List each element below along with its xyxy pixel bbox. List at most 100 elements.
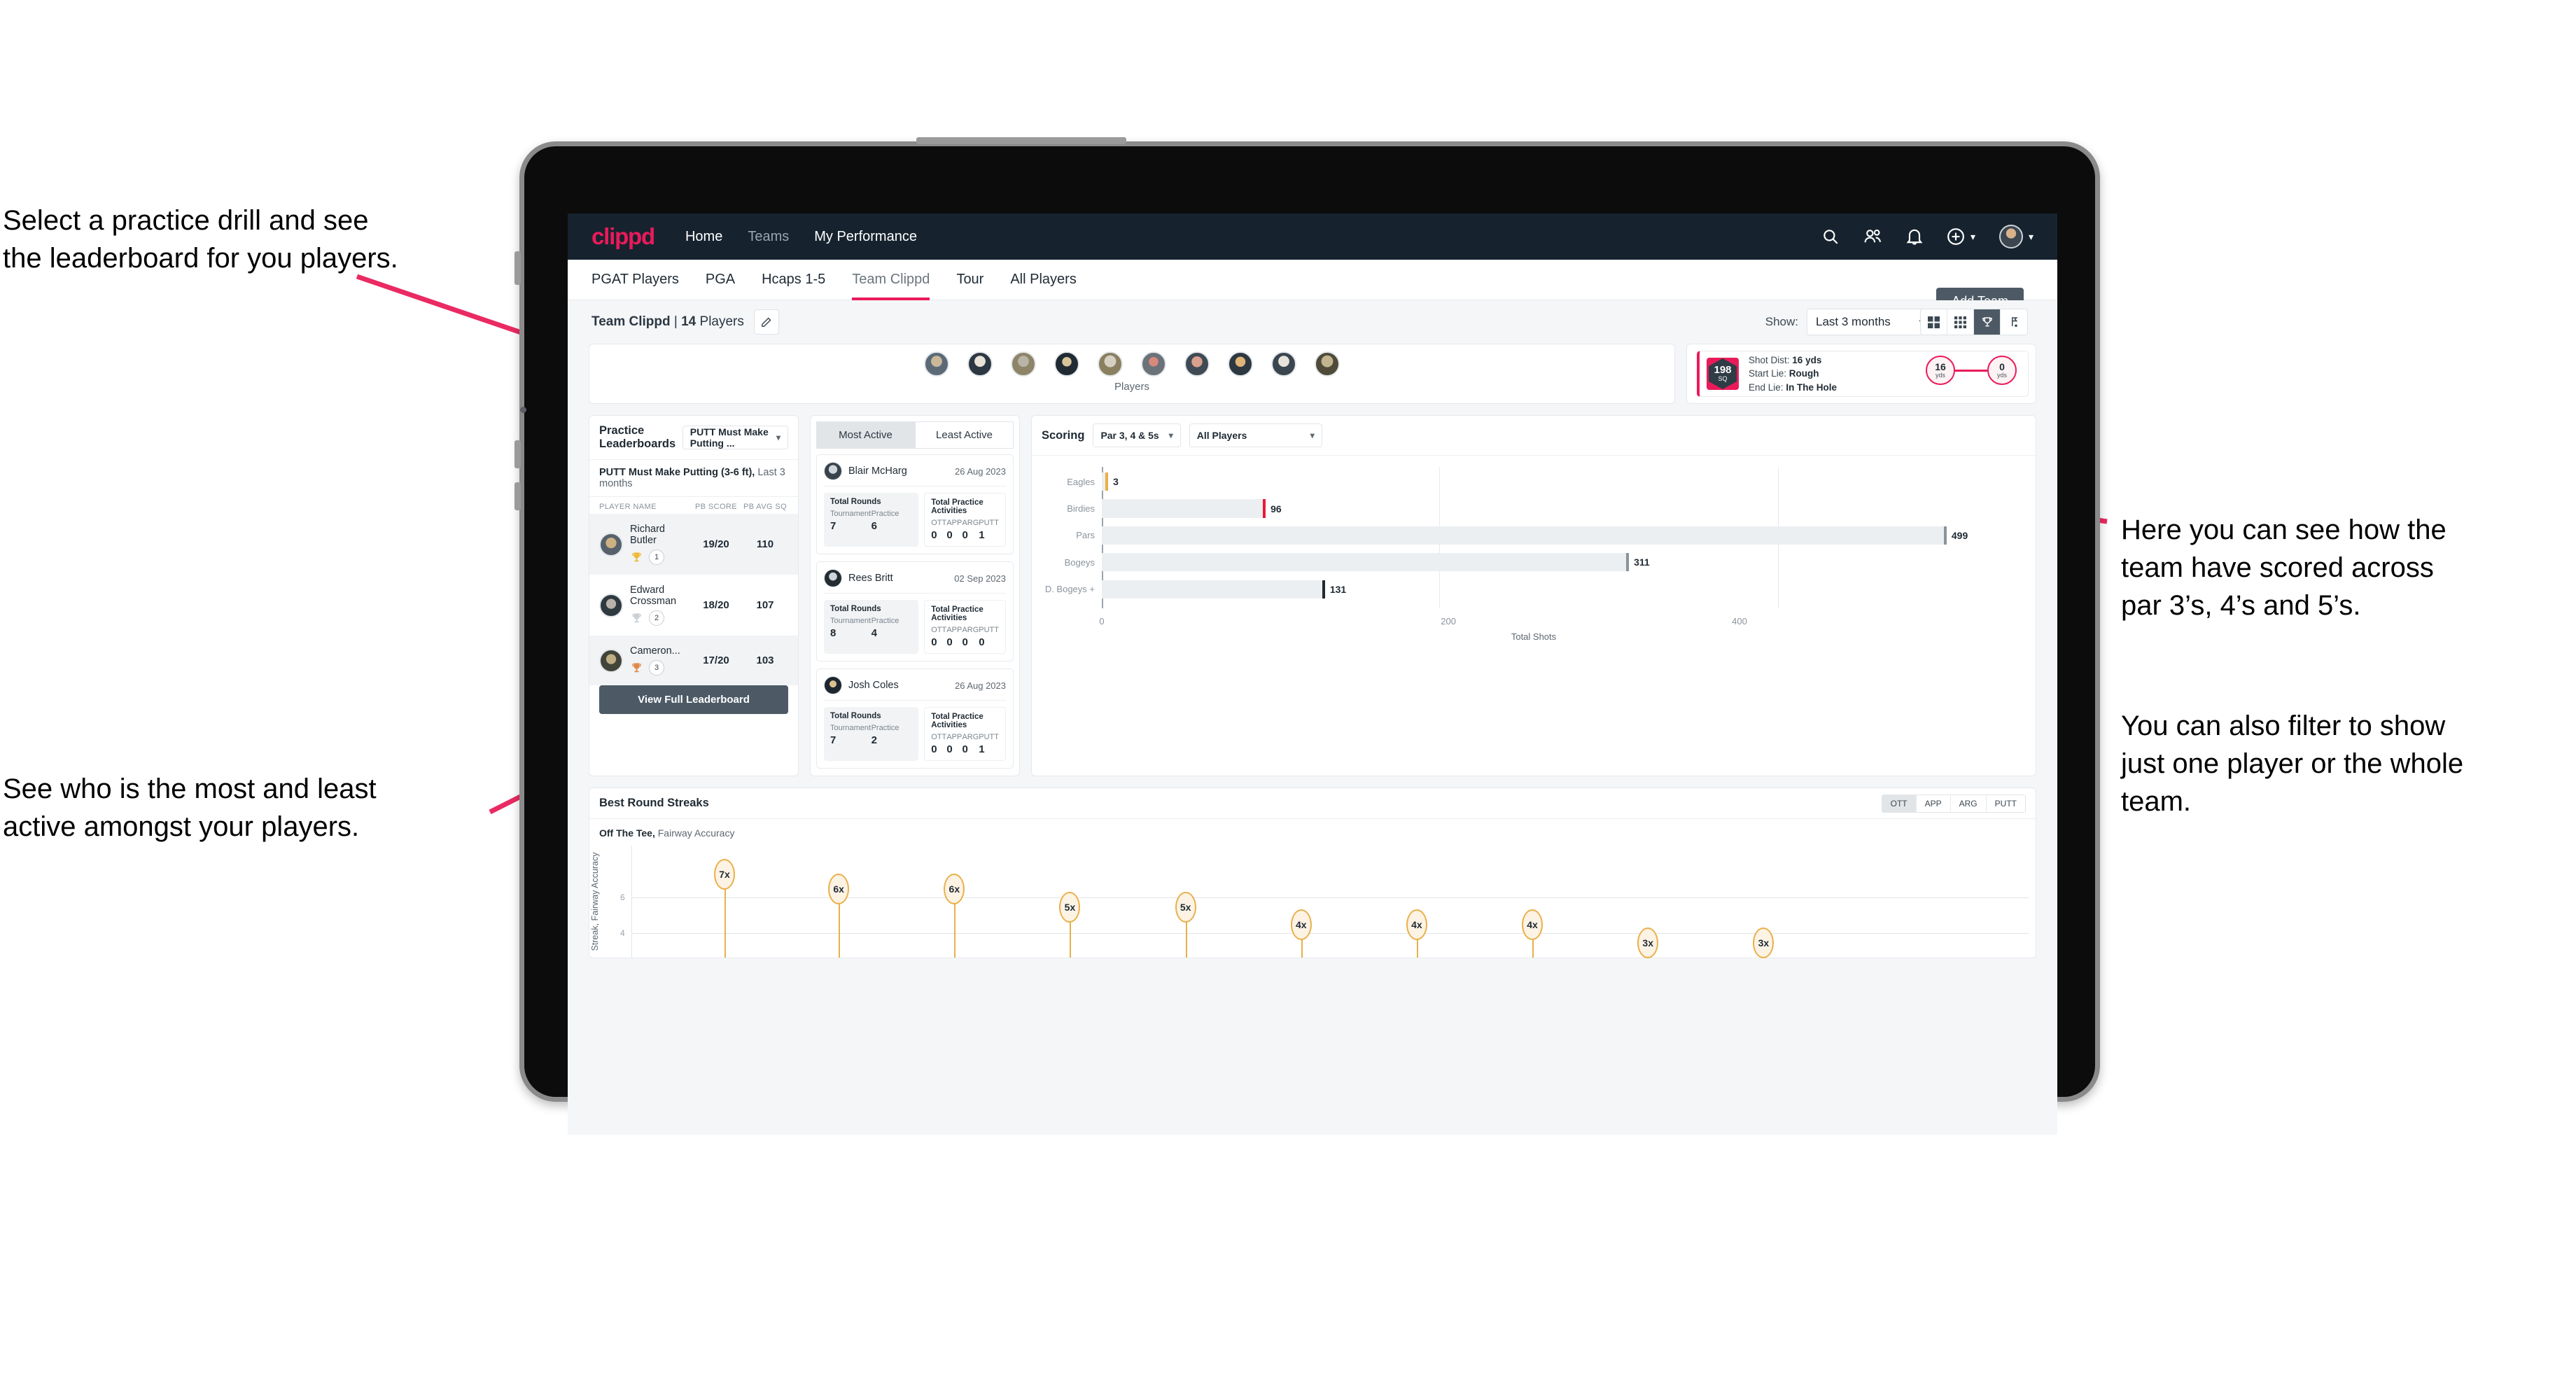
edit-team-button[interactable] bbox=[753, 309, 779, 335]
avatar[interactable] bbox=[1998, 225, 2023, 248]
team-separator: | bbox=[670, 314, 682, 329]
practice-ott: OTT 0 bbox=[931, 519, 946, 541]
shot-dist-line: Shot Dist: 16 yds bbox=[1749, 354, 1837, 368]
date-range-select[interactable]: Last 3 months ▾ bbox=[1807, 309, 1933, 335]
list-item[interactable]: Blair McHarg 26 Aug 2023 Total Rounds To… bbox=[816, 454, 1014, 554]
player-avatar[interactable] bbox=[1271, 351, 1296, 377]
drill-select[interactable]: PUTT Must Make Putting ... ▾ bbox=[682, 426, 788, 449]
streaks-title: Best Round Streaks bbox=[599, 797, 709, 809]
scoring-bar-chart: Eagles 3 Birdies 96 Pars 499 Bogeys 311 … bbox=[1032, 456, 2036, 645]
view-toggle-trophy[interactable] bbox=[1974, 309, 2001, 335]
plus-circle-icon[interactable]: ▾ bbox=[1947, 227, 1975, 246]
streak-bubble[interactable]: 4x bbox=[1406, 909, 1427, 941]
table-row[interactable]: Cameron... 3 17/20 103 bbox=[589, 636, 798, 685]
label-tournament: Tournament bbox=[830, 510, 872, 518]
streak-bubble[interactable]: 3x bbox=[1637, 927, 1659, 958]
avatar-menu[interactable]: ▾ bbox=[1998, 225, 2033, 248]
shot-distance-visual: 16 yds 0 yds bbox=[1926, 356, 2017, 385]
streaks-toggle-putt[interactable]: PUTT bbox=[1986, 795, 2025, 812]
value-practice: 2 bbox=[871, 734, 877, 746]
player-avatar[interactable] bbox=[924, 351, 949, 377]
practice-values: OTT 0 APP 0 ARG 0 PUTT 0 bbox=[931, 626, 999, 648]
rounds-practice: Practice 4 bbox=[872, 617, 913, 639]
view-toggle-grid-large[interactable] bbox=[1921, 309, 1947, 335]
start-lie-label: Start Lie: bbox=[1749, 368, 1787, 379]
tab-least-active[interactable]: Least Active bbox=[915, 421, 1014, 449]
scoring-header: Scoring Par 3, 4 & 5s ▾ All Players ▾ bbox=[1032, 416, 2036, 456]
streaks-toggle-app[interactable]: APP bbox=[1916, 795, 1951, 812]
player-badges: 2 bbox=[630, 610, 690, 626]
bar-cap-birdies bbox=[1263, 499, 1266, 518]
player-avatar[interactable] bbox=[1141, 351, 1166, 377]
value-arg: 0 bbox=[962, 529, 968, 541]
nav-link-my-performance[interactable]: My Performance bbox=[814, 229, 917, 245]
search-icon[interactable] bbox=[1821, 227, 1840, 246]
column-pb-score: PB SCORE bbox=[694, 503, 738, 511]
streaks-toggle-ott[interactable]: OTT bbox=[1882, 795, 1917, 812]
label-app: APP bbox=[946, 733, 962, 741]
tab-tour[interactable]: Tour bbox=[956, 260, 983, 300]
player-avatar[interactable] bbox=[1011, 351, 1036, 377]
value-ott: 0 bbox=[931, 743, 937, 755]
chevron-down-icon[interactable]: ▾ bbox=[1970, 231, 1975, 243]
sq-value: 198 bbox=[1714, 363, 1732, 376]
pencil-icon bbox=[762, 316, 771, 327]
par-filter-select[interactable]: Par 3, 4 & 5s ▾ bbox=[1093, 424, 1181, 447]
streaks-toggle-arg[interactable]: ARG bbox=[1950, 795, 1987, 812]
label-practice: Practice bbox=[871, 510, 899, 518]
player-avatar[interactable] bbox=[1054, 351, 1079, 377]
x-tick-400: 400 bbox=[1732, 616, 1747, 626]
view-full-leaderboard-button[interactable]: View Full Leaderboard bbox=[599, 685, 788, 714]
tab-most-active[interactable]: Most Active bbox=[816, 421, 915, 449]
players-strip-card: Players bbox=[589, 344, 1675, 404]
end-lie-value: In The Hole bbox=[1786, 382, 1837, 393]
list-item[interactable]: Josh Coles 26 Aug 2023 Total Rounds Tour… bbox=[816, 668, 1014, 769]
streak-bubble[interactable]: 3x bbox=[1753, 927, 1774, 958]
tab-all-players[interactable]: All Players bbox=[1010, 260, 1076, 300]
bar-label-dbogeys: D. Bogeys + bbox=[1044, 584, 1095, 595]
top-row: Players 198 SQ Shot Dist: 16 yds Start L… bbox=[589, 344, 2036, 404]
people-icon[interactable] bbox=[1863, 227, 1882, 246]
streak-bubble[interactable]: 7x bbox=[714, 859, 736, 890]
streak-bubble[interactable]: 5x bbox=[1175, 891, 1196, 923]
drill-name: PUTT Must Make Putting (3-6 ft), bbox=[599, 467, 755, 478]
tab-pga[interactable]: PGA bbox=[706, 260, 735, 300]
gridline-4 bbox=[631, 932, 2029, 934]
tablet-side-button-2 bbox=[514, 440, 521, 468]
bar-birdies: Birdies 96 bbox=[1067, 499, 2015, 518]
label-putt: PUTT bbox=[979, 519, 1000, 527]
total-rounds-title: Total Rounds bbox=[830, 712, 881, 720]
bar-label-birdies: Birdies bbox=[1067, 503, 1095, 514]
streak-bubble[interactable]: 4x bbox=[1290, 909, 1312, 941]
bell-icon[interactable] bbox=[1906, 227, 1923, 246]
view-toggle-flag[interactable] bbox=[2001, 309, 2027, 335]
player-avatar[interactable] bbox=[967, 351, 993, 377]
avatar bbox=[599, 648, 623, 673]
streak-bubble[interactable]: 6x bbox=[944, 874, 965, 904]
player-avatar[interactable] bbox=[1184, 351, 1210, 377]
trophy-icon bbox=[632, 612, 641, 622]
view-toggle-grid-small[interactable] bbox=[1947, 309, 1974, 335]
nav-link-teams[interactable]: Teams bbox=[748, 229, 789, 245]
tab-team-clippd[interactable]: Team Clippd bbox=[852, 260, 930, 300]
player-avatar[interactable] bbox=[1315, 351, 1340, 377]
streak-bubble[interactable]: 5x bbox=[1059, 891, 1081, 923]
table-row[interactable]: Edward Crossman 2 18/20 107 bbox=[589, 575, 798, 636]
player-avatar[interactable] bbox=[1098, 351, 1123, 377]
label-putt: PUTT bbox=[979, 626, 1000, 634]
shot-detail-inner: 198 SQ Shot Dist: 16 yds Start Lie: Roug… bbox=[1697, 351, 2029, 397]
list-item[interactable]: Rees Britt 02 Sep 2023 Total Rounds Tour… bbox=[816, 561, 1014, 662]
tab-hcaps-1-5[interactable]: Hcaps 1-5 bbox=[762, 260, 825, 300]
player-filter-select[interactable]: All Players ▾ bbox=[1189, 424, 1322, 447]
nav-link-home[interactable]: Home bbox=[685, 229, 722, 245]
tab-pgat-players[interactable]: PGAT Players bbox=[592, 260, 679, 300]
streak-bubble[interactable]: 4x bbox=[1522, 909, 1544, 941]
label-arg: ARG bbox=[962, 626, 979, 634]
label-tournament: Tournament bbox=[830, 724, 872, 732]
player-avatar[interactable] bbox=[1228, 351, 1253, 377]
chevron-down-icon[interactable]: ▾ bbox=[2029, 231, 2033, 243]
table-row[interactable]: Richard Butler 1 19/20 110 bbox=[589, 514, 798, 575]
label-ott: OTT bbox=[931, 626, 947, 634]
streak-bubble[interactable]: 6x bbox=[828, 874, 850, 904]
clippd-logo[interactable]: clippd bbox=[592, 223, 655, 250]
